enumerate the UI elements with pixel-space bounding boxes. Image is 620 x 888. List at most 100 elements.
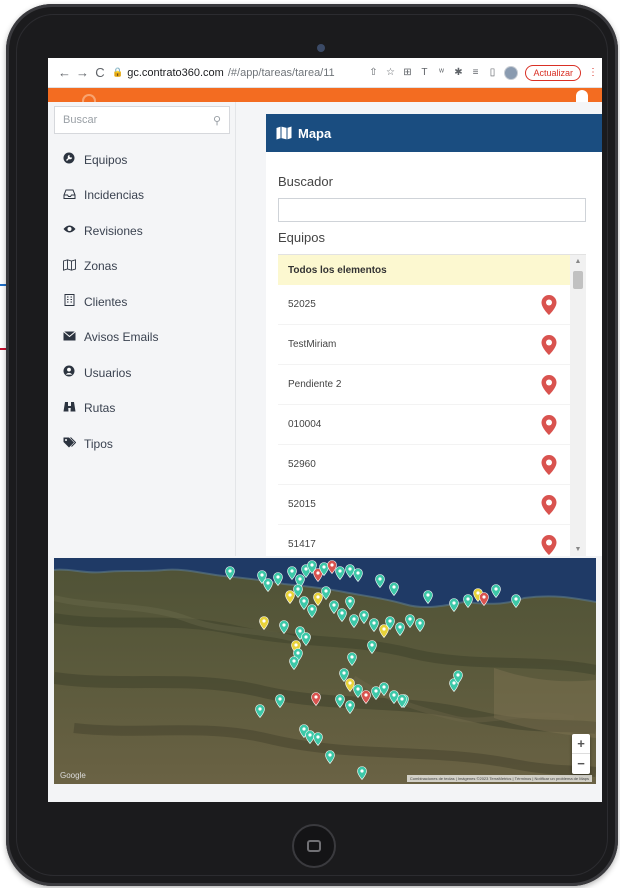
more-menu-icon[interactable]: ⋮ [588, 67, 598, 78]
sidebar-item-incidencias[interactable]: Incidencias [48, 178, 236, 214]
sidebar-item-tipos[interactable]: Tipos [48, 426, 236, 462]
map-marker-icon[interactable] [479, 592, 489, 606]
scroll-down-arrow-icon[interactable]: ▼ [570, 543, 586, 556]
share-icon[interactable]: ⇧ [368, 67, 378, 78]
map-marker-icon[interactable] [385, 616, 395, 630]
finder-input[interactable] [278, 198, 586, 222]
back-arrow-icon[interactable]: ← [58, 65, 71, 80]
map-pin-icon[interactable] [540, 374, 558, 396]
map-marker-icon[interactable] [275, 694, 285, 708]
user-profile-icon[interactable] [576, 90, 588, 102]
sidebar-item-clientes[interactable]: Clientes [48, 284, 236, 320]
map-marker-icon[interactable] [453, 670, 463, 684]
camera-icon [317, 44, 325, 52]
map-marker-icon[interactable] [405, 614, 415, 628]
map-pin-icon[interactable] [540, 294, 558, 316]
map-marker-icon[interactable] [345, 700, 355, 714]
map-marker-icon[interactable] [255, 704, 265, 718]
sidebar-item-equipos[interactable]: Equipos [48, 142, 236, 178]
list-item[interactable]: TestMiriam [278, 325, 570, 365]
map-panel: Mapa Buscador Equipos Todos los elemento… [266, 114, 602, 556]
map-marker-icon[interactable] [359, 610, 369, 624]
zoom-out-button[interactable]: − [572, 754, 590, 774]
map-marker-icon[interactable] [369, 618, 379, 632]
map-marker-icon[interactable] [347, 652, 357, 666]
sidebar-item-avisos-emails[interactable]: Avisos Emails [48, 320, 236, 356]
map-marker-icon[interactable] [375, 574, 385, 588]
map-marker-icon[interactable] [423, 590, 433, 604]
search-icon[interactable]: ⚲ [213, 114, 221, 127]
forward-arrow-icon[interactable]: → [76, 65, 89, 80]
bookmark-star-icon[interactable]: ☆ [385, 67, 395, 78]
sidebar-item-rutas[interactable]: Rutas [48, 391, 236, 427]
map-marker-icon[interactable] [511, 594, 521, 608]
reload-icon[interactable]: C [94, 65, 106, 80]
list-item[interactable]: 51417 [278, 525, 570, 556]
map-marker-icon[interactable] [321, 586, 331, 600]
text-extension-icon[interactable]: T [419, 67, 429, 78]
map-pin-icon[interactable] [540, 494, 558, 516]
map-marker-icon[interactable] [259, 616, 269, 630]
map-marker-icon[interactable] [361, 690, 371, 704]
sidebar-item-label: Equipos [84, 152, 128, 167]
side-panel-icon[interactable]: ▯ [487, 67, 497, 78]
map-marker-icon[interactable] [463, 594, 473, 608]
map-marker-icon[interactable] [395, 622, 405, 636]
map-marker-icon[interactable] [415, 618, 425, 632]
list-scrollbar[interactable]: ▲ ▼ [570, 255, 586, 556]
reading-list-icon[interactable]: ≡ [470, 67, 480, 78]
sidebar-item-revisiones[interactable]: Revisiones [48, 213, 236, 249]
list-item[interactable]: 010004 [278, 405, 570, 445]
sidebar-search-input[interactable] [63, 114, 213, 126]
scroll-thumb[interactable] [573, 271, 583, 289]
list-item[interactable]: 52960 [278, 445, 570, 485]
map-marker-icon[interactable] [335, 694, 345, 708]
map-marker-icon[interactable] [335, 566, 345, 580]
sidebar-item-zonas[interactable]: Zonas [48, 249, 236, 285]
map-pin-icon[interactable] [540, 454, 558, 476]
map-marker-icon[interactable] [349, 614, 359, 628]
map-marker-icon[interactable] [289, 656, 299, 670]
map-pin-icon[interactable] [540, 414, 558, 436]
map-marker-icon[interactable] [311, 692, 321, 706]
list-header-all[interactable]: Todos los elementos [278, 255, 570, 285]
sidebar-item-usuarios[interactable]: Usuarios [48, 355, 236, 391]
map-attribution[interactable]: Combinaciones de teclas | Imágenes ©2023… [406, 775, 592, 782]
list-item[interactable]: 52025 [278, 285, 570, 325]
map-marker-icon[interactable] [353, 568, 363, 582]
extension-grid-icon[interactable]: ⊞ [402, 67, 412, 78]
zoom-in-button[interactable]: + [572, 734, 590, 754]
map-marker-icon[interactable] [325, 750, 335, 764]
list-item[interactable]: 52015 [278, 485, 570, 525]
map-pin-icon[interactable] [540, 334, 558, 356]
map-marker-icon[interactable] [367, 640, 377, 654]
scroll-up-arrow-icon[interactable]: ▲ [570, 255, 586, 269]
map-marker-icon[interactable] [345, 596, 355, 610]
puzzle-icon[interactable]: ✱ [453, 67, 463, 78]
update-button[interactable]: Actualizar [525, 64, 581, 81]
map-marker-icon[interactable] [491, 584, 501, 598]
media-extension-icon[interactable]: ʷ [436, 67, 446, 78]
map-pin-icon[interactable] [540, 534, 558, 556]
list-item[interactable]: Pendiente 2 [278, 365, 570, 405]
eye-icon [62, 224, 76, 237]
map-marker-icon[interactable] [307, 604, 317, 618]
map-marker-icon[interactable] [449, 598, 459, 612]
map-marker-icon[interactable] [397, 694, 407, 708]
map-marker-icon[interactable] [225, 566, 235, 580]
map-marker-icon[interactable] [279, 620, 289, 634]
map-marker-icon[interactable] [313, 732, 323, 746]
map-marker-icon[interactable] [301, 632, 311, 646]
list-item-label: TestMiriam [288, 339, 337, 350]
profile-avatar[interactable] [504, 65, 519, 80]
map-marker-icon[interactable] [379, 682, 389, 696]
map-marker-icon[interactable] [357, 766, 367, 780]
home-button[interactable] [292, 824, 336, 868]
map-marker-icon[interactable] [389, 582, 399, 596]
map-marker-icon[interactable] [263, 578, 273, 592]
satellite-map[interactable]: + − Google Combinaciones de teclas | Imá… [54, 558, 596, 784]
map-marker-icon[interactable] [337, 608, 347, 622]
app-header-bar [48, 88, 602, 102]
map-marker-icon[interactable] [273, 572, 283, 586]
address-bar[interactable]: 🔒 gc.contrato360.com/#/app/tareas/tarea/… [112, 67, 362, 79]
